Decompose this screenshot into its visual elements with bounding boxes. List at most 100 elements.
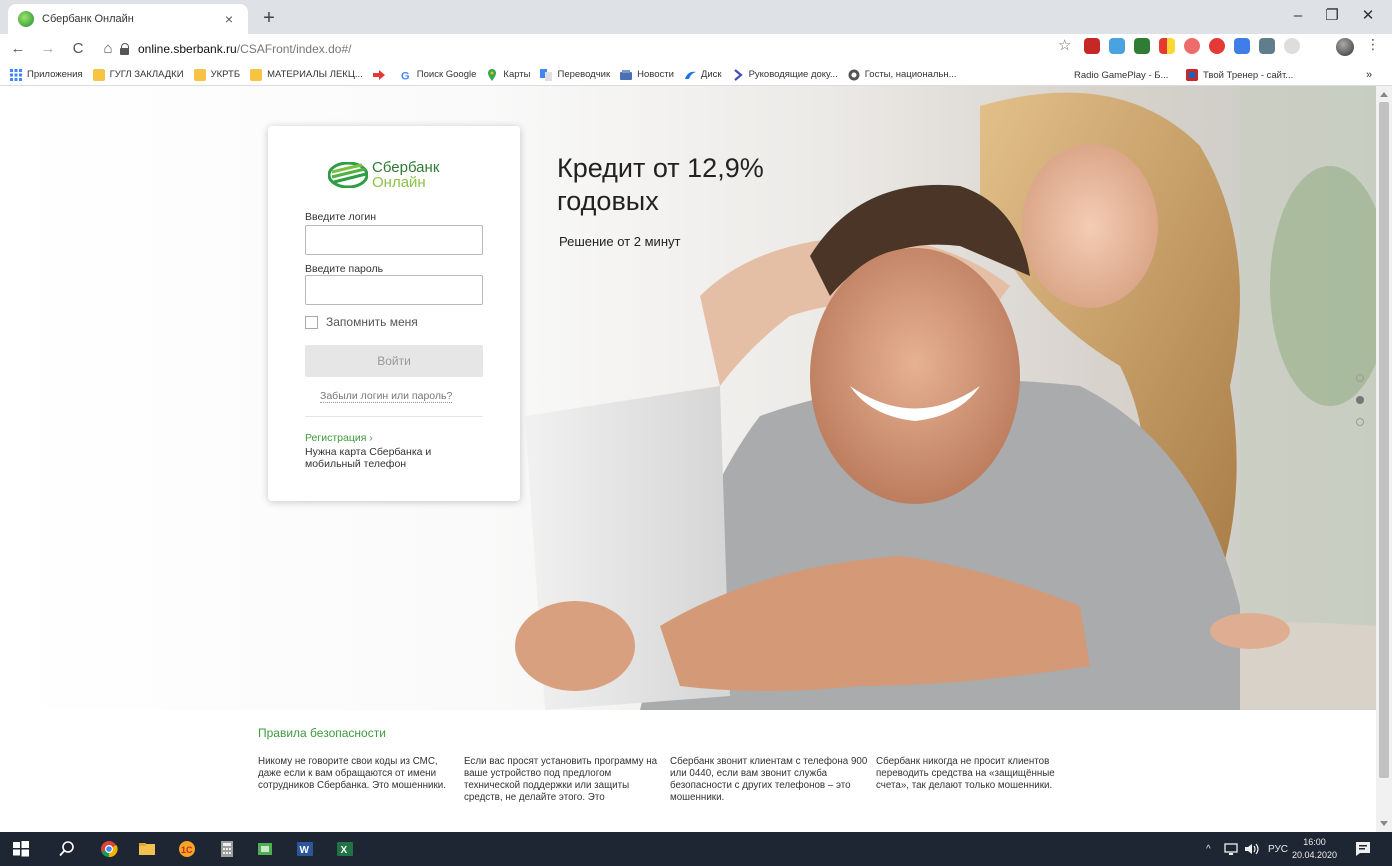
bookmark-label: Radio GamePlay - Б... [1074, 69, 1169, 81]
page-scrollbar[interactable] [1376, 86, 1392, 832]
extension-icon[interactable] [1159, 38, 1175, 54]
chevron-right-icon [733, 68, 743, 81]
remember-me[interactable]: Запомнить меня [305, 315, 418, 329]
file-explorer-icon[interactable] [138, 840, 156, 858]
scroll-down-arrow-icon[interactable] [1380, 821, 1388, 826]
excel-icon[interactable]: X [336, 840, 354, 858]
svg-text:W: W [300, 845, 310, 856]
registration-link[interactable]: Регистрация › [305, 432, 373, 444]
back-button[interactable]: ← [6, 37, 30, 61]
home-button[interactable]: ⌂ [96, 37, 120, 61]
sberbank-online-logo: Сбербанк Онлайн [328, 160, 439, 190]
promo-title-line1: Кредит от 12,9% [557, 153, 764, 183]
carousel-indicators [1356, 374, 1364, 440]
notifications-icon[interactable] [1354, 840, 1372, 858]
browser-tab[interactable]: Сбербанк Онлайн × [8, 4, 248, 34]
address-bar[interactable]: online.sberbank.ru/CSAFront/index.do#/ [120, 37, 1080, 61]
bookmark-label: УКРТБ [210, 69, 241, 80]
password-label: Введите пароль [305, 263, 384, 275]
windows-start-icon[interactable] [12, 840, 30, 858]
password-input[interactable] [305, 275, 483, 305]
login-input[interactable] [305, 225, 483, 255]
bookmark-google-search[interactable]: G Поиск Google [400, 69, 477, 81]
logo-text-line1: Сбербанк [372, 159, 440, 176]
installer-app-icon[interactable] [256, 840, 274, 858]
sberbank-logo-icon [328, 162, 368, 188]
safety-rules-title: Правила безопасности [258, 726, 386, 740]
extension-icon[interactable] [1134, 38, 1150, 54]
bookmark-news[interactable]: Новости [620, 69, 674, 81]
bookmark-folder-materials[interactable]: МАТЕРИАЛЫ ЛЕКЦ... [250, 68, 363, 81]
bookmark-trainer[interactable]: Твой Тренер - сайт... [1186, 64, 1293, 86]
1c-app-icon[interactable]: 1С [178, 840, 196, 858]
svg-text:1С: 1С [181, 845, 193, 855]
bookmark-label: Приложения [27, 69, 83, 80]
clock-date: 20.04.2020 [1292, 850, 1338, 860]
bookmark-guidelines[interactable]: Руководящие доку... [732, 68, 838, 81]
extension-icon[interactable] [1284, 38, 1300, 54]
promo-title-line2: годовых [557, 186, 659, 216]
bookmark-arrow[interactable] [372, 69, 390, 81]
system-clock[interactable]: 16:00 20.04.2020 [1292, 836, 1337, 862]
extension-icon[interactable] [1259, 38, 1275, 54]
scroll-up-arrow-icon[interactable] [1380, 92, 1388, 97]
forgot-credentials-link[interactable]: Забыли логин или пароль? [320, 390, 453, 403]
bookmark-star-icon[interactable]: ☆ [1058, 36, 1071, 54]
bookmark-label: Руководящие доку... [748, 69, 838, 80]
volume-icon[interactable] [1244, 842, 1260, 856]
opera-icon[interactable] [1209, 38, 1225, 54]
bookmarks-overflow-button[interactable]: » [1366, 64, 1372, 86]
extension-icon[interactable] [1234, 38, 1250, 54]
bookmark-label: Новости [637, 69, 674, 80]
carousel-dot-1[interactable] [1356, 374, 1364, 382]
bookmark-drive[interactable]: Диск [684, 69, 722, 81]
bookmark-folder-google[interactable]: ГУГЛ ЗАКЛАДКИ [92, 68, 184, 81]
carousel-dot-3[interactable] [1356, 418, 1364, 426]
remember-me-checkbox[interactable] [305, 315, 318, 329]
url-host: online.sberbank.ru [138, 42, 237, 56]
bookmark-radio[interactable]: Radio GamePlay - Б... [1074, 64, 1168, 86]
promo-banner: Сбербанк Онлайн Введите логин Введите па… [0, 86, 1376, 710]
sberbank-favicon-icon [18, 11, 34, 27]
bookmark-label: Твой Тренер - сайт... [1203, 69, 1294, 81]
network-icon[interactable] [1224, 842, 1238, 856]
safety-tip: Никому не говорите свои коды из СМС, даж… [258, 756, 446, 791]
extension-icon[interactable] [1084, 38, 1100, 54]
tray-overflow-chevron[interactable]: ^ [1206, 832, 1211, 866]
translate-icon [540, 68, 553, 81]
tab-close-icon[interactable]: × [220, 11, 238, 27]
extensions-area [1084, 38, 1300, 54]
bookmark-label: Диск [700, 69, 722, 80]
lock-icon [120, 43, 130, 55]
bookmark-maps[interactable]: Карты [486, 68, 530, 81]
restore-button[interactable]: ❐ [1312, 4, 1352, 28]
bookmark-apps[interactable]: Приложения [10, 68, 83, 81]
login-submit-button[interactable]: Войти [305, 345, 483, 377]
forward-button[interactable]: → [36, 37, 60, 61]
bookmark-label: ГУГЛ ЗАКЛАДКИ [109, 69, 184, 80]
tab-title: Сбербанк Онлайн [42, 13, 134, 25]
extension-icon[interactable] [1184, 38, 1200, 54]
carousel-dot-2-active[interactable] [1356, 396, 1364, 404]
scrollbar-thumb[interactable] [1379, 102, 1389, 778]
news-icon [620, 69, 633, 80]
browser-menu-icon[interactable]: ⋮ [1366, 36, 1380, 53]
bookmark-folder-ukrtb[interactable]: УКРТБ [193, 68, 241, 81]
extension-icon[interactable] [1109, 38, 1125, 54]
input-language[interactable]: РУС [1268, 832, 1288, 866]
bookmark-gosts[interactable]: Госты, национальн... [848, 69, 957, 81]
safety-tip: Если вас просят установить программу на … [464, 756, 658, 803]
new-tab-button[interactable]: + [256, 6, 282, 32]
clock-time: 16:00 [1303, 837, 1326, 847]
page-viewport: Сбербанк Онлайн Введите логин Введите па… [0, 86, 1376, 832]
close-window-button[interactable]: ✕ [1348, 4, 1388, 28]
safety-rules-section: Правила безопасности Никому не говорите … [258, 726, 1078, 804]
reload-button[interactable]: C [66, 37, 90, 61]
bookmark-translate[interactable]: Переводчик [540, 68, 610, 81]
profile-avatar[interactable] [1336, 38, 1354, 56]
search-icon[interactable] [58, 840, 76, 858]
bookmark-label: Госты, национальн... [864, 69, 957, 80]
calculator-icon[interactable] [218, 840, 236, 858]
word-icon[interactable]: W [296, 840, 314, 858]
chrome-taskbar-icon[interactable] [100, 840, 118, 858]
